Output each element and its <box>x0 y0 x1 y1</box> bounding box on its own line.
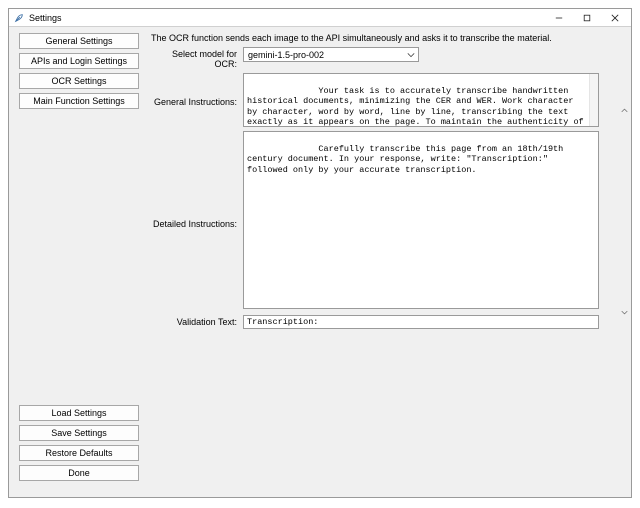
settings-window: Settings General Settings APIs and Login… <box>8 8 632 498</box>
model-select[interactable]: gemini-1.5-pro-002 <box>243 47 419 62</box>
done-button[interactable]: Done <box>19 465 139 481</box>
scrollbar-handle[interactable] <box>591 82 597 98</box>
window-title: Settings <box>29 13 62 23</box>
validation-text-label: Validation Text: <box>151 315 243 327</box>
model-select-value: gemini-1.5-pro-002 <box>248 50 324 60</box>
restore-defaults-button[interactable]: Restore Defaults <box>19 445 139 461</box>
detailed-instructions-value: Carefully transcribe this page from an 1… <box>247 144 568 174</box>
general-instructions-label: General Instructions: <box>151 73 243 107</box>
scroll-down-icon[interactable] <box>619 307 629 317</box>
titlebar: Settings <box>9 9 631 27</box>
scroll-up-icon[interactable] <box>619 105 629 115</box>
sidebar-tab-apis-login-settings[interactable]: APIs and Login Settings <box>19 53 139 69</box>
ocr-description: The OCR function sends each image to the… <box>151 33 621 43</box>
sidebar: General Settings APIs and Login Settings… <box>9 27 147 497</box>
window-body: General Settings APIs and Login Settings… <box>9 27 631 497</box>
sidebar-tab-general-settings[interactable]: General Settings <box>19 33 139 49</box>
general-instructions-value: Your task is to accurately transcribe ha… <box>247 86 589 127</box>
save-settings-button[interactable]: Save Settings <box>19 425 139 441</box>
minimize-button[interactable] <box>545 10 573 26</box>
validation-text-value: Transcription: <box>247 317 318 327</box>
validation-text-input[interactable]: Transcription: <box>243 315 599 329</box>
load-settings-button[interactable]: Load Settings <box>19 405 139 421</box>
textarea-scrollbar[interactable] <box>589 74 598 126</box>
detailed-instructions-label: Detailed Instructions: <box>151 131 243 229</box>
chevron-down-icon <box>405 49 417 61</box>
maximize-button[interactable] <box>573 10 601 26</box>
sidebar-tab-ocr-settings[interactable]: OCR Settings <box>19 73 139 89</box>
app-feather-icon <box>13 12 25 24</box>
close-button[interactable] <box>601 10 629 26</box>
general-instructions-textarea[interactable]: Your task is to accurately transcribe ha… <box>243 73 599 127</box>
sidebar-tab-main-function-settings[interactable]: Main Function Settings <box>19 93 139 109</box>
model-select-label: Select model for OCR: <box>151 47 243 69</box>
content-pane: The OCR function sends each image to the… <box>147 27 631 497</box>
detailed-instructions-textarea[interactable]: Carefully transcribe this page from an 1… <box>243 131 599 309</box>
